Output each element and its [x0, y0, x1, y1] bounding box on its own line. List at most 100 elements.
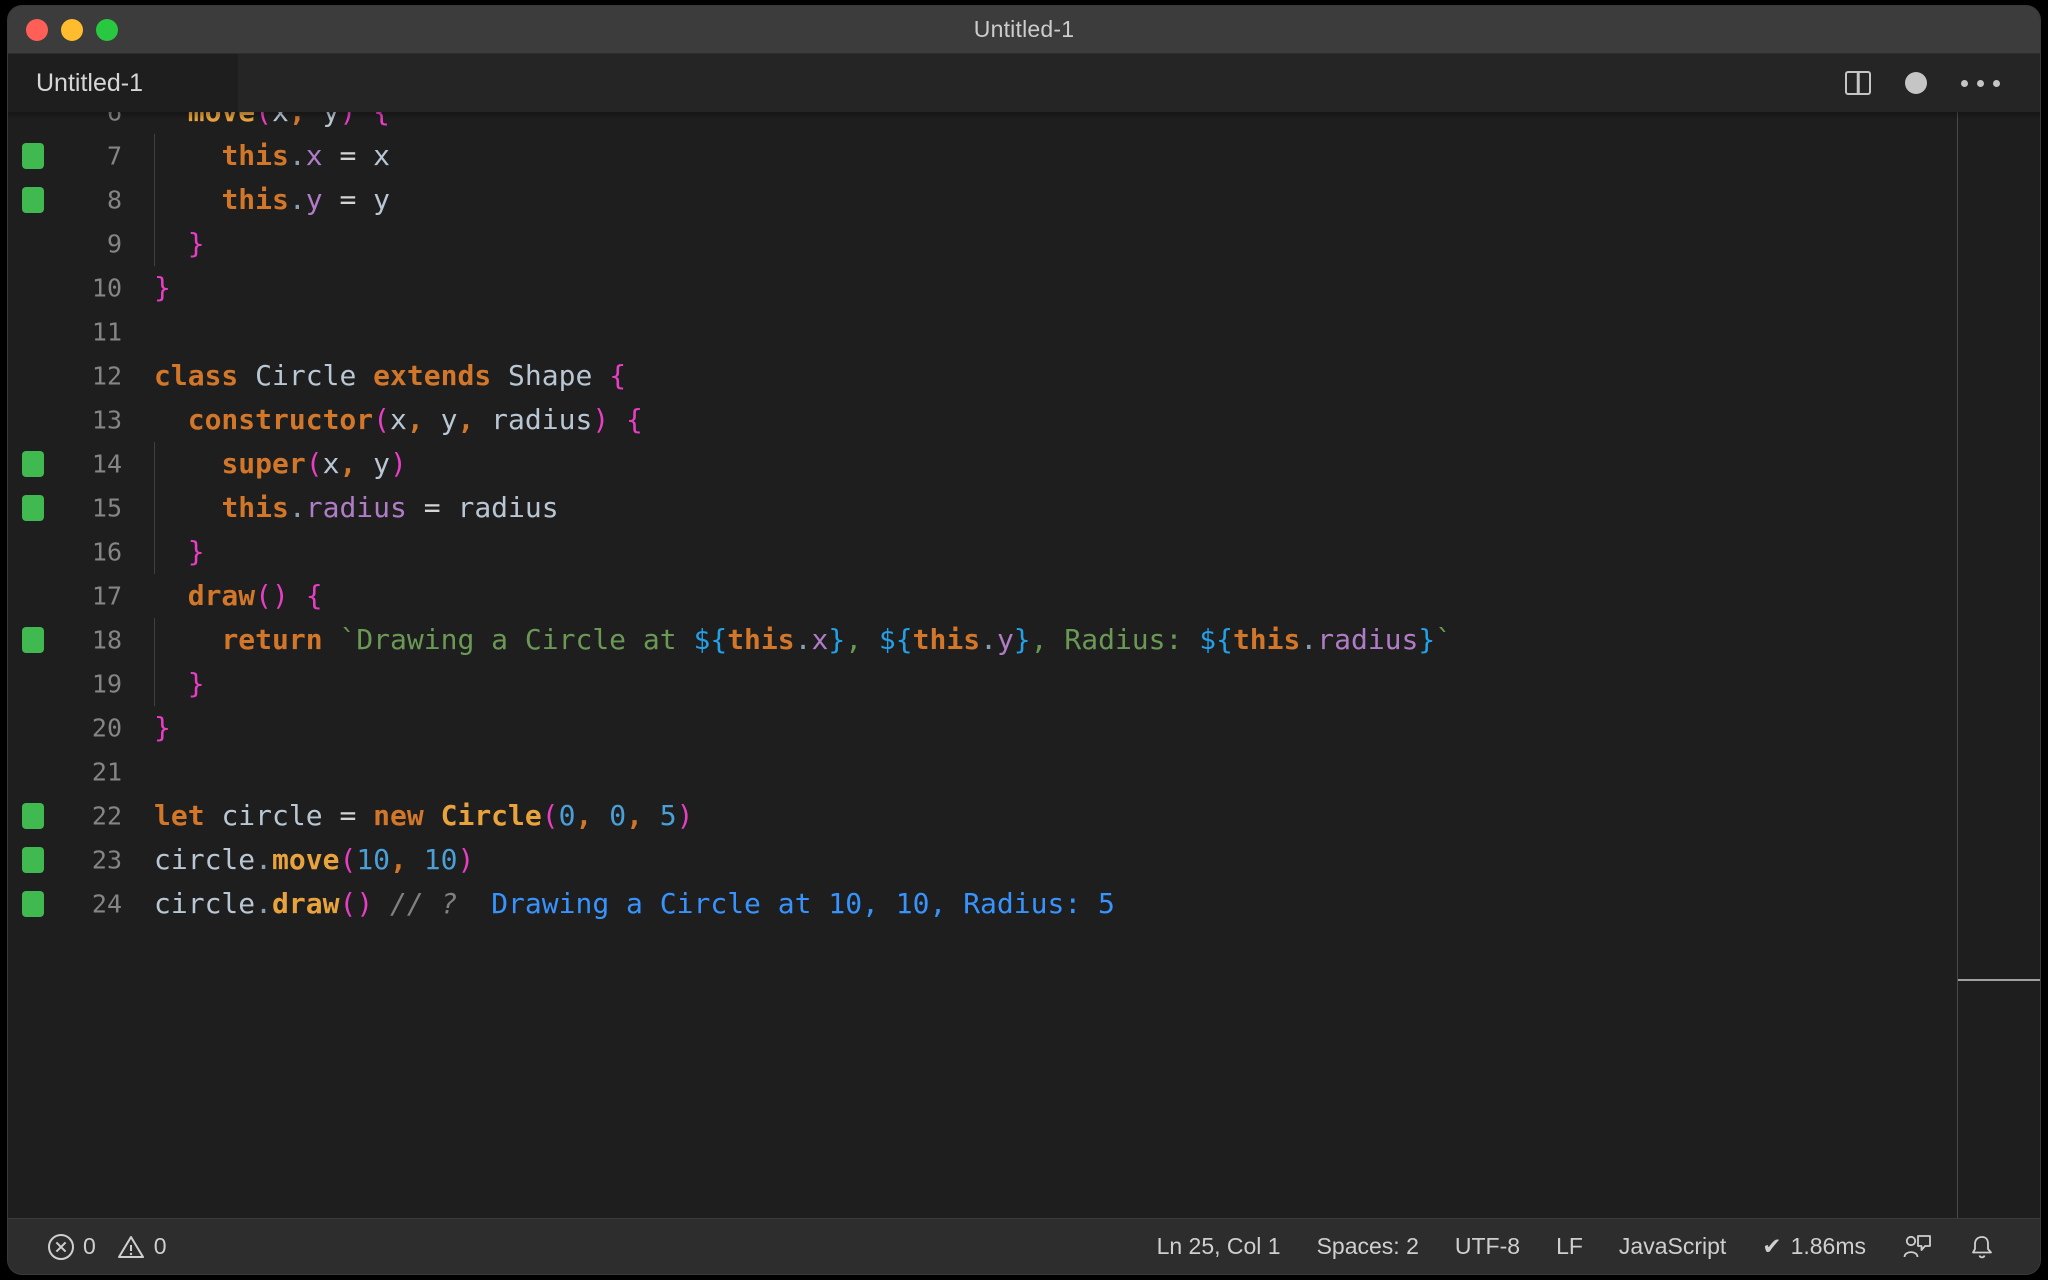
bell-icon[interactable] [1950, 1233, 2014, 1261]
window-title: Untitled-1 [973, 16, 1075, 42]
line-number: 24 [91, 889, 122, 919]
eol-setting[interactable]: LF [1538, 1233, 1601, 1260]
line-number: 16 [91, 537, 122, 567]
code-line-text: } [187, 667, 205, 700]
more-actions-icon[interactable] [1961, 79, 2000, 87]
gutter-row[interactable]: 16 [8, 530, 148, 574]
code-row[interactable]: } [148, 662, 2040, 706]
encoding-setting[interactable]: UTF-8 [1437, 1233, 1538, 1260]
gutter-row[interactable]: 21 [8, 750, 148, 794]
code-row[interactable]: move(x, y) { [148, 112, 2040, 134]
gutter-row[interactable]: 20 [8, 706, 148, 750]
code-line-text: let circle = new Circle(0, 0, 5) [154, 799, 694, 832]
code-row[interactable]: let circle = new Circle(0, 0, 5) [148, 794, 2040, 838]
line-number: 11 [91, 317, 122, 347]
minimize-button[interactable] [61, 18, 83, 41]
runtime-label: 1.86ms [1790, 1233, 1866, 1259]
code-line-text: this.y = y [221, 183, 391, 216]
line-number: 13 [91, 405, 122, 435]
gutter-row[interactable]: 12 [8, 354, 148, 398]
code-line-text: circle.draw() // ? Drawing a Circle at 1… [154, 887, 1115, 920]
gutter-row[interactable]: 19 [8, 662, 148, 706]
status-problems[interactable]: 0 0 [8, 1233, 185, 1260]
maximize-button[interactable] [96, 18, 118, 41]
code-row[interactable]: return `Drawing a Circle at ${this.x}, $… [148, 618, 2040, 662]
code-row[interactable]: } [148, 222, 2040, 266]
runtime-status[interactable]: ✔ 1.86ms [1744, 1233, 1884, 1260]
gutter-row[interactable]: 22 [8, 794, 148, 838]
split-editor-icon[interactable] [1845, 71, 1871, 95]
code-line-text: class Circle extends Shape { [154, 359, 627, 392]
cursor-position[interactable]: Ln 25, Col 1 [1139, 1233, 1299, 1260]
code-row[interactable]: constructor(x, y, radius) { [148, 398, 2040, 442]
gutter-row[interactable]: 17 [8, 574, 148, 618]
git-added-marker [22, 847, 44, 873]
code-line-text: this.radius = radius [221, 491, 559, 524]
tab-actions [1845, 54, 2040, 112]
code-line-text: return `Drawing a Circle at ${this.x}, $… [221, 623, 1453, 656]
code-row[interactable]: } [148, 530, 2040, 574]
tab-bar-filler [238, 54, 1845, 112]
code-line-text: move(x, y) { [148, 112, 390, 134]
code-row[interactable] [148, 310, 2040, 354]
code-editor[interactable]: 6 7 8 9 10 11 12 13 14 15 16 17 18 19 20 21 22 23 24 move(… [8, 112, 2040, 1218]
traffic-lights [8, 18, 118, 41]
line-number: 9 [106, 229, 122, 259]
gutter-row[interactable]: 8 [8, 178, 148, 222]
scrollbar-thumb[interactable] [1958, 979, 2040, 981]
gutter-row[interactable]: 15 [8, 486, 148, 530]
gutter-row[interactable]: 10 [8, 266, 148, 310]
code-line-text: super(x, y) [221, 447, 407, 480]
code-row[interactable] [148, 750, 2040, 794]
editor-gutter[interactable]: 6 7 8 9 10 11 12 13 14 15 16 17 18 19 20 21 22 23 24 [8, 112, 148, 1218]
indent-guide [154, 530, 155, 574]
code-row[interactable]: circle.draw() // ? Drawing a Circle at 1… [148, 882, 2040, 926]
indent-guide [154, 662, 155, 706]
line-number: 12 [91, 361, 122, 391]
gutter-row[interactable]: 23 [8, 838, 148, 882]
gutter-row[interactable]: 7 [8, 134, 148, 178]
git-added-marker [22, 451, 44, 477]
code-row[interactable]: this.x = x [148, 134, 2040, 178]
code-row[interactable]: } [148, 266, 2040, 310]
gutter-row[interactable]: 13 [8, 398, 148, 442]
gutter-row[interactable]: 9 [8, 222, 148, 266]
line-number: 15 [91, 493, 122, 523]
language-mode[interactable]: JavaScript [1601, 1233, 1744, 1260]
indent-guide [154, 442, 155, 486]
code-row[interactable]: circle.move(10, 10) [148, 838, 2040, 882]
indentation-setting[interactable]: Spaces: 2 [1299, 1233, 1437, 1260]
code-line-text: } [187, 227, 205, 260]
indent-guide [154, 134, 155, 178]
code-row[interactable]: } [148, 706, 2040, 750]
feedback-icon[interactable] [1884, 1233, 1950, 1261]
title-bar: Untitled-1 [8, 6, 2040, 54]
line-number: 17 [91, 581, 122, 611]
code-row[interactable]: super(x, y) [148, 442, 2040, 486]
indent-guide [154, 618, 155, 662]
warning-icon [117, 1234, 145, 1260]
error-count-label: 0 [83, 1233, 96, 1259]
code-area[interactable]: move(x, y) { this.x = x this.y = y }} cla… [148, 112, 2040, 1218]
gutter-row[interactable]: 18 [8, 618, 148, 662]
line-number: 6 [106, 112, 122, 127]
line-number: 21 [91, 757, 122, 787]
check-icon: ✔ [1762, 1233, 1782, 1259]
code-line-text: } [154, 711, 171, 744]
unsaved-dot-icon[interactable] [1905, 72, 1927, 94]
line-number: 23 [91, 845, 122, 875]
gutter-row[interactable]: 6 [8, 112, 148, 134]
git-added-marker [22, 891, 44, 917]
code-line-text: } [154, 271, 171, 304]
line-number: 19 [91, 669, 122, 699]
close-button[interactable] [26, 18, 48, 41]
code-row[interactable]: this.radius = radius [148, 486, 2040, 530]
code-row[interactable]: draw() { [148, 574, 2040, 618]
code-row[interactable]: this.y = y [148, 178, 2040, 222]
gutter-row[interactable]: 24 [8, 882, 148, 926]
error-count[interactable]: 0 0 [30, 1233, 185, 1260]
gutter-row[interactable]: 14 [8, 442, 148, 486]
code-row[interactable]: class Circle extends Shape { [148, 354, 2040, 398]
gutter-row[interactable]: 11 [8, 310, 148, 354]
tab-untitled-1[interactable]: Untitled-1 [8, 54, 238, 112]
